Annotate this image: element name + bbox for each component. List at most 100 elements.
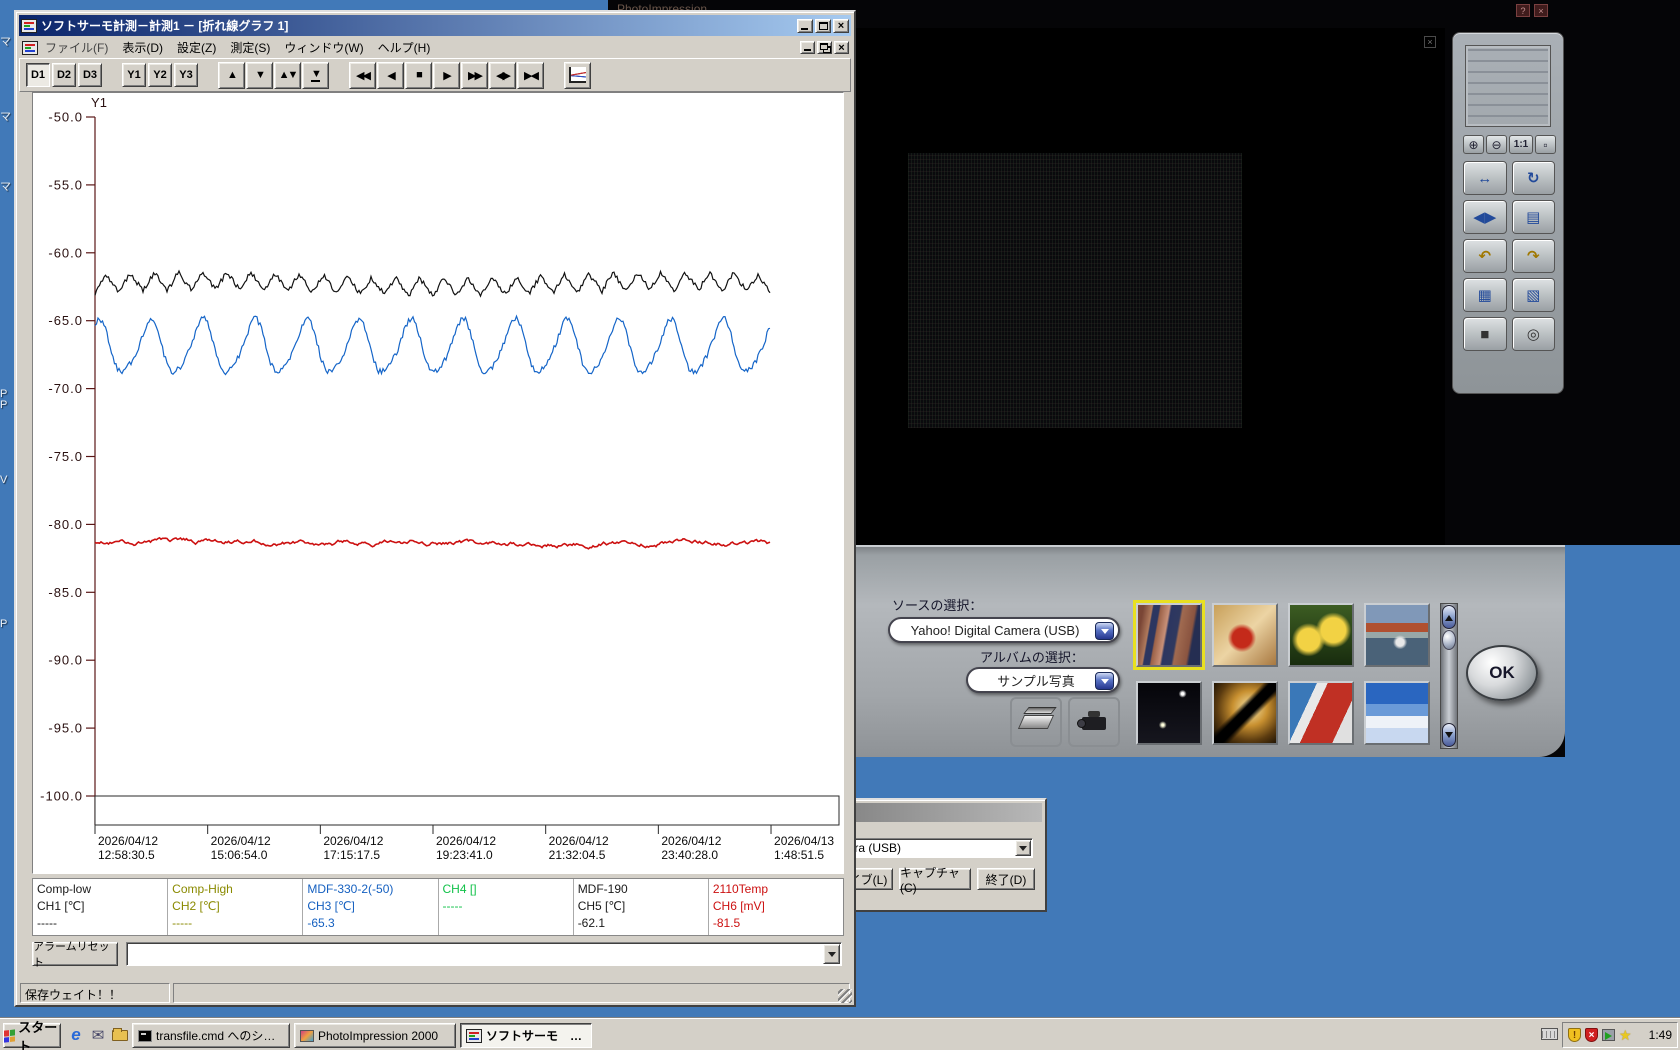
dialog-button-2[interactable]: 終了(D)	[977, 868, 1035, 890]
channel-cell-5: MDF-190 CH5 [℃] -62.1	[574, 879, 709, 935]
chevron-down-icon[interactable]	[1095, 622, 1114, 640]
zoom-in-icon[interactable]: ⊕	[1463, 135, 1484, 154]
fit-icon[interactable]: ▫	[1535, 135, 1556, 154]
toolbar-button-d2[interactable]: D2	[52, 63, 76, 87]
trace-mdf-190-ch5	[94, 269, 771, 298]
thumbnail-yellow-flowers[interactable]	[1288, 603, 1354, 667]
taskbar-task-2[interactable]: ソフトサーモ E830	[460, 1023, 592, 1048]
graph-settings-button[interactable]	[564, 61, 591, 89]
menu-item-2[interactable]: 設定(Z)	[170, 37, 223, 58]
album-select-dropdown[interactable]: サンプル写真	[966, 667, 1120, 693]
titlebar[interactable]: ソフトサーモ計測－計測1 － [折れ線グラフ 1] ×	[19, 15, 851, 36]
tool-panel: ⊕ ⊖ 1:1 ▫ ↔ ↻ ◀▶ ▤ ↶ ↷ ▦ ▧ ■ ◎	[1452, 32, 1564, 394]
desktop-icon-fragment: マ	[0, 111, 11, 123]
taskbar-task-0[interactable]: transfile.cmd へのショート...	[132, 1023, 290, 1048]
taskbar-task-1[interactable]: PhotoImpression 2000	[294, 1023, 456, 1048]
menu-item-5[interactable]: ヘルプ(H)	[371, 37, 438, 58]
thumbnail-harbor-town[interactable]	[1364, 603, 1430, 667]
maximize-button[interactable]	[815, 18, 831, 33]
alarm-reset-button[interactable]: アラームリセット	[32, 941, 118, 969]
toolbar-button-y1[interactable]: Y1	[122, 63, 146, 87]
removable-device-icon[interactable]	[1602, 1029, 1615, 1041]
scanner-button[interactable]	[1010, 697, 1062, 747]
svg-text:Y1: Y1	[91, 95, 107, 110]
thumbnail-sky-clouds[interactable]	[1364, 681, 1430, 745]
zoom-out-icon[interactable]: ⊖	[1486, 135, 1507, 154]
keyboard-layout-icon[interactable]	[1541, 1028, 1558, 1040]
thumbnail-cardinal-bird[interactable]	[1212, 603, 1278, 667]
paste-icon[interactable]: ▧	[1511, 278, 1555, 312]
album-value: サンプル写真	[997, 673, 1075, 689]
undo-icon[interactable]: ↶	[1463, 239, 1507, 273]
step-back-icon[interactable]: ◀	[377, 61, 404, 89]
minimize-button[interactable]	[797, 18, 813, 33]
svg-text:2026/04/12: 2026/04/12	[436, 834, 496, 848]
toolbar-button-d1[interactable]: D1	[26, 63, 50, 87]
menu-item-0[interactable]: ファイル(F)	[38, 37, 115, 58]
svg-text:19:23:41.0: 19:23:41.0	[436, 848, 493, 862]
svg-text:-75.0: -75.0	[48, 449, 83, 464]
photoimpression-icon	[300, 1029, 314, 1042]
thumbnail-light-spiral[interactable]	[1212, 681, 1278, 745]
camera-button[interactable]	[1068, 697, 1120, 747]
chevron-down-icon[interactable]	[823, 944, 840, 964]
redo-icon[interactable]: ↷	[1511, 239, 1555, 273]
rock-spires-image	[1138, 605, 1200, 665]
resize-icon[interactable]: ↔	[1463, 161, 1507, 195]
security-error-icon[interactable]: ×	[1585, 1028, 1598, 1042]
menu-item-3[interactable]: 測定(S)	[223, 37, 277, 58]
scroll-down-icon[interactable]	[1442, 723, 1456, 747]
flip-horizontal-icon[interactable]: ◀▶	[1463, 200, 1507, 234]
quicklaunch-mail-icon[interactable]: ✉	[88, 1025, 108, 1045]
start-button[interactable]: スタート	[3, 1020, 61, 1050]
toolbar-button-y2[interactable]: Y2	[148, 63, 172, 87]
pan-up-icon[interactable]: ▲	[218, 61, 245, 89]
expand-horizontal-icon[interactable]: ◀▶	[489, 61, 516, 89]
thermo-menu-items: ファイル(F) 表示(D) 設定(Z) 測定(S) ウィンドウ(W) ヘルプ(H)	[38, 37, 437, 58]
dialog-button-1[interactable]: キャプチャ(C)	[899, 866, 971, 895]
quicklaunch-folder-icon[interactable]	[110, 1025, 130, 1045]
thumbnail-night-sky[interactable]	[1136, 681, 1202, 745]
stop-icon[interactable]: ■	[405, 61, 432, 89]
close-icon[interactable]: ×	[1534, 4, 1548, 17]
thumbnail-rock-spires[interactable]	[1133, 600, 1205, 670]
pan-down-icon[interactable]: ▼	[246, 61, 273, 89]
scroll-up-icon[interactable]	[1442, 605, 1456, 629]
menu-item-4[interactable]: ウィンドウ(W)	[277, 37, 370, 58]
star-icon[interactable]: ★	[1619, 1028, 1632, 1042]
menubar: ファイル(F) 表示(D) 設定(Z) 測定(S) ウィンドウ(W) ヘルプ(H) ×	[19, 38, 851, 57]
page-icon[interactable]: ▤	[1511, 200, 1555, 234]
quicklaunch-ie-icon[interactable]: e	[66, 1025, 86, 1045]
resize-grip[interactable]	[838, 989, 852, 1003]
alarm-combo[interactable]	[126, 942, 842, 966]
jump-start-icon[interactable]: ◀◀	[349, 61, 376, 89]
copy-icon[interactable]: ▦	[1463, 278, 1507, 312]
mdi-close-button[interactable]: ×	[834, 41, 849, 54]
chevron-down-icon[interactable]	[1095, 672, 1114, 690]
ok-button[interactable]: OK	[1466, 645, 1538, 701]
thumbnail-ship-flag[interactable]	[1288, 681, 1354, 745]
toolbar-button-y3[interactable]: Y3	[174, 63, 198, 87]
pan-to-bottom-icon[interactable]: ▼	[302, 61, 329, 89]
thumbnail-scrollbar[interactable]	[1440, 603, 1458, 749]
chevron-down-icon[interactable]	[1015, 840, 1031, 856]
rotate-icon[interactable]: ↻	[1511, 161, 1555, 195]
camera-select-combo[interactable]: amera (USB)	[827, 838, 1033, 858]
source-select-dropdown[interactable]: Yahoo! Digital Camera (USB)	[888, 617, 1120, 643]
scrollbar-thumb[interactable]	[1442, 630, 1456, 650]
toolbar-button-d3[interactable]: D3	[78, 63, 102, 87]
close-button[interactable]: ×	[833, 18, 849, 33]
select-icon[interactable]: ◎	[1511, 317, 1555, 351]
menu-item-1[interactable]: 表示(D)	[115, 37, 170, 58]
security-warning-icon[interactable]: !	[1568, 1028, 1581, 1042]
layer-list[interactable]	[1465, 45, 1551, 127]
mdi-restore-button[interactable]	[817, 41, 832, 54]
print-icon[interactable]: ■	[1463, 317, 1507, 351]
mdi-minimize-button[interactable]	[800, 41, 815, 54]
compress-horizontal-icon[interactable]: ▶◀	[517, 61, 544, 89]
step-forward-icon[interactable]: ▶	[433, 61, 460, 89]
preview-close-icon[interactable]: ×	[1424, 36, 1436, 48]
expand-vertical-icon[interactable]: ▲▼	[274, 61, 301, 89]
jump-end-icon[interactable]: ▶▶	[461, 61, 488, 89]
help-button[interactable]: ?	[1516, 4, 1530, 17]
